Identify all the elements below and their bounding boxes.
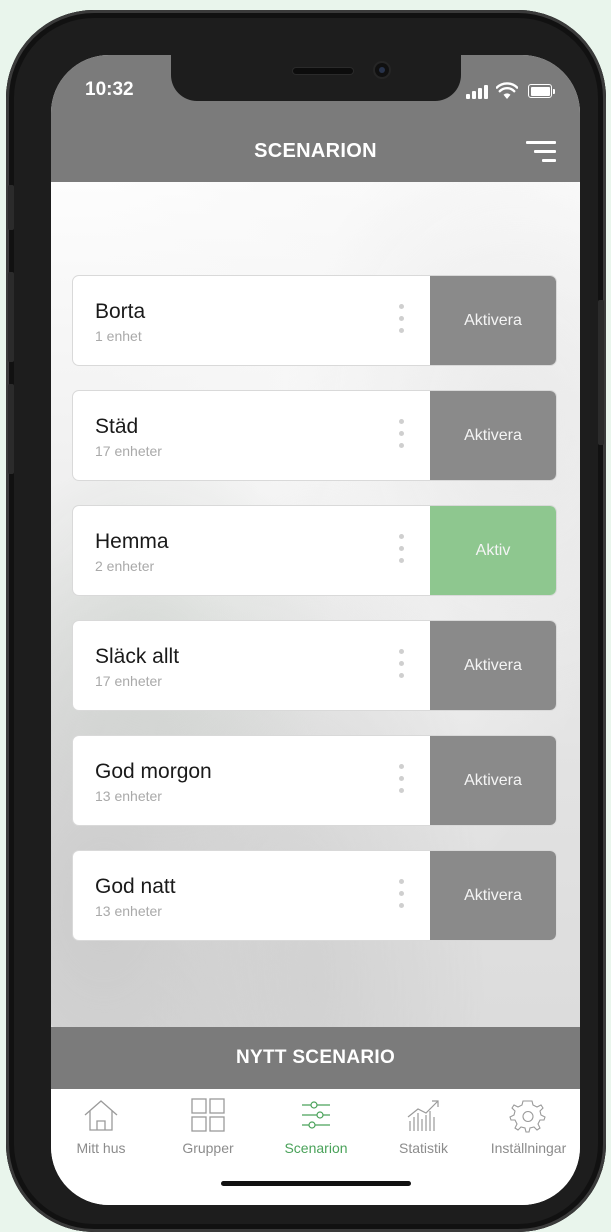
side-button (598, 300, 604, 445)
tab-bar: Mitt hus Grupper Scenarion Statistik Ins… (51, 1089, 580, 1205)
wifi-icon (496, 82, 518, 99)
scene-card[interactable]: God natt 13 enheter Aktivera (72, 850, 557, 941)
volume-down-button (8, 384, 14, 474)
tab-installningar[interactable]: Inställningar (481, 1097, 576, 1167)
scene-device-count: 2 enheter (95, 558, 155, 574)
battery-icon (528, 84, 555, 98)
phone-frame: 10:32 SCENARION Borta 1 enhet Aktivera S… (6, 10, 606, 1232)
status-time: 10:32 (85, 79, 134, 100)
tab-grupper[interactable]: Grupper (163, 1097, 253, 1167)
scene-card[interactable]: Borta 1 enhet Aktivera (72, 275, 557, 366)
tab-label: Statistik (398, 1140, 448, 1156)
speaker (293, 68, 353, 74)
sliders-icon (302, 1101, 330, 1129)
new-scene-button[interactable]: NYTT SCENARIO (51, 1027, 580, 1089)
more-options-icon[interactable] (396, 764, 406, 804)
app-header: 10:32 SCENARION (51, 55, 580, 182)
scene-device-count: 17 enheter (95, 673, 162, 689)
house-icon (84, 1100, 118, 1131)
scene-name: God natt (95, 875, 176, 898)
volume-up-button (8, 272, 14, 362)
activate-button[interactable]: Aktivera (430, 736, 556, 825)
grid-icon (191, 1098, 225, 1132)
activate-button[interactable]: Aktivera (430, 851, 556, 940)
more-options-icon[interactable] (396, 304, 406, 344)
tab-label: Inställningar (490, 1140, 567, 1156)
more-options-icon[interactable] (396, 879, 406, 919)
scene-device-count: 13 enheter (95, 903, 162, 919)
more-options-icon[interactable] (396, 534, 406, 574)
scene-name: Släck allt (95, 645, 180, 668)
active-status-button[interactable]: Aktiv (430, 506, 556, 595)
scene-card[interactable]: God morgon 13 enheter Aktivera (72, 735, 557, 826)
scene-device-count: 13 enheter (95, 788, 162, 804)
more-options-icon[interactable] (396, 419, 406, 459)
scene-card[interactable]: Släck allt 17 enheter Aktivera (72, 620, 557, 711)
activate-button[interactable]: Aktivera (430, 621, 556, 710)
signal-icon (466, 83, 488, 99)
scene-name: Hemma (95, 530, 169, 553)
silent-switch (8, 185, 14, 230)
activate-button[interactable]: Aktivera (430, 391, 556, 480)
activate-button[interactable]: Aktivera (430, 276, 556, 365)
scene-name: Borta (95, 300, 146, 323)
scene-device-count: 17 enheter (95, 443, 162, 459)
sort-menu-icon[interactable] (526, 141, 556, 163)
page-title: SCENARION (254, 140, 377, 162)
tab-label: Grupper (182, 1140, 234, 1156)
chart-icon (407, 1100, 439, 1131)
scene-card[interactable]: Hemma 2 enheter Aktiv (72, 505, 557, 596)
tab-mitt-hus[interactable]: Mitt hus (61, 1097, 141, 1167)
tab-label: Scenarion (284, 1140, 348, 1156)
front-camera (375, 63, 389, 77)
gear-icon (508, 1100, 546, 1133)
tab-statistik[interactable]: Statistik (381, 1097, 466, 1167)
notch (171, 55, 461, 101)
more-options-icon[interactable] (396, 649, 406, 689)
home-indicator[interactable] (221, 1181, 411, 1186)
screen: 10:32 SCENARION Borta 1 enhet Aktivera S… (51, 55, 580, 1205)
scene-device-count: 1 enhet (95, 328, 142, 344)
scene-card[interactable]: Städ 17 enheter Aktivera (72, 390, 557, 481)
scene-name: God morgon (95, 760, 212, 783)
scene-name: Städ (95, 415, 139, 438)
tab-label: Mitt hus (76, 1140, 126, 1156)
scene-list: Borta 1 enhet Aktivera Städ 17 enheter A… (51, 182, 580, 1027)
tab-scenarion[interactable]: Scenarion (271, 1097, 361, 1167)
